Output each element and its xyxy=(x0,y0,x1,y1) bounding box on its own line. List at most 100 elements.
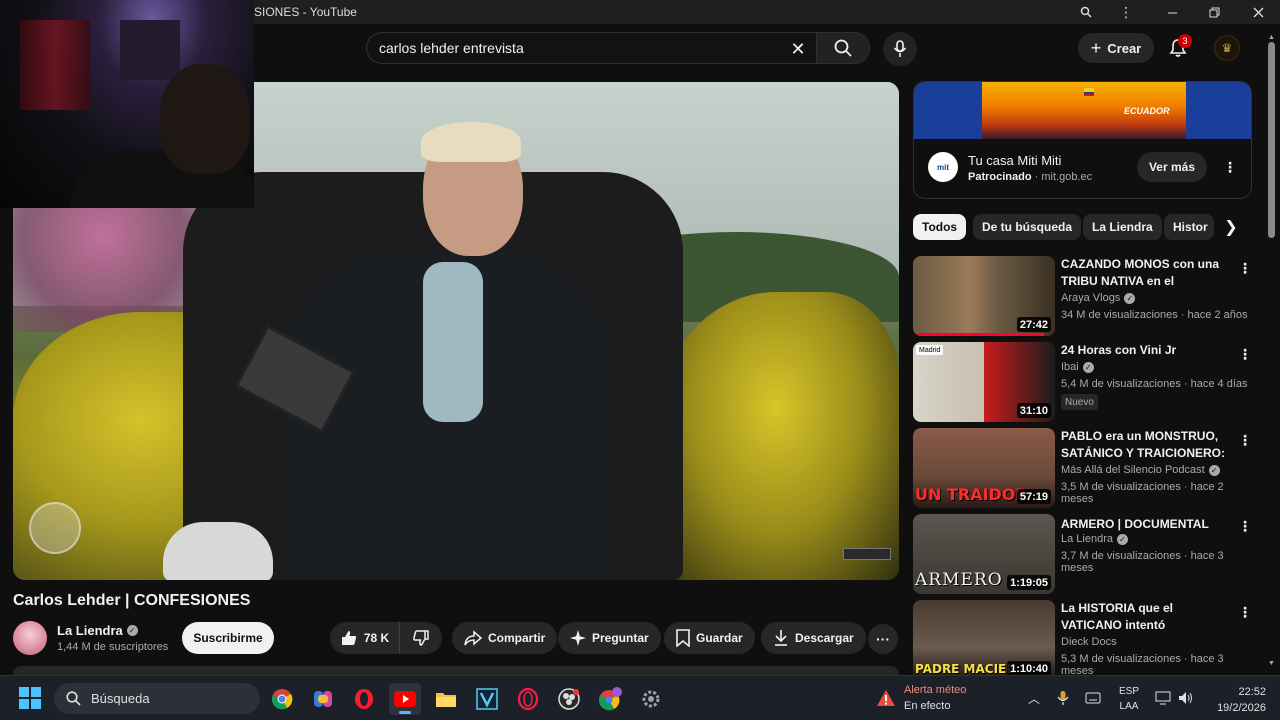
volume-icon[interactable] xyxy=(1176,688,1196,708)
opera-gx-app-icon[interactable] xyxy=(512,683,544,715)
windows-start-icon[interactable] xyxy=(18,686,42,710)
related-video-title[interactable]: La HISTORIA que el VATICANO intentó ENTE… xyxy=(1061,600,1231,634)
related-video[interactable]: UN TRAIDOR 57:19 PABLO era un MONSTRUO, … xyxy=(913,428,1255,508)
minimize-icon[interactable] xyxy=(1150,0,1194,24)
video-thumbnail[interactable]: ARMERO 1:19:05 xyxy=(913,514,1055,594)
subscriber-count: 1,44 M de suscriptores xyxy=(57,641,169,653)
related-channel-row[interactable]: Araya Vlogs ✓ xyxy=(1061,292,1136,304)
scrollbar-thumb[interactable] xyxy=(1268,42,1275,238)
related-channel[interactable]: Más Allá del Silencio Podcast xyxy=(1061,464,1205,476)
chrome-profile-app-icon[interactable] xyxy=(594,683,626,715)
clear-search-icon[interactable]: ✕ xyxy=(786,37,810,61)
related-menu-icon[interactable]: ⋮ xyxy=(1235,258,1255,278)
settings-gear-icon[interactable] xyxy=(635,683,667,715)
related-video-title[interactable]: CAZANDO MONOS con una TRIBU NATIVA en el… xyxy=(1061,256,1231,290)
related-menu-icon[interactable]: ⋮ xyxy=(1235,430,1255,450)
dislike-button[interactable] xyxy=(400,622,442,654)
zoom-icon[interactable] xyxy=(1064,0,1108,24)
advertiser-logo[interactable]: mit xyxy=(928,152,958,182)
search-query[interactable]: carlos lehder entrevista xyxy=(379,40,524,56)
taskbar-search[interactable]: Búsqueda xyxy=(54,683,260,714)
related-video[interactable]: 27:42 CAZANDO MONOS con una TRIBU NATIVA… xyxy=(913,256,1255,336)
ask-button[interactable]: Preguntar xyxy=(558,622,661,654)
video-thumbnail[interactable]: 27:42 xyxy=(913,256,1055,336)
related-video[interactable]: Madrid 31:10 24 Horas con Vini Jr Ibai ✓ … xyxy=(913,342,1255,422)
ad-title[interactable]: Tu casa Miti Miti xyxy=(968,153,1061,168)
related-menu-icon[interactable]: ⋮ xyxy=(1235,602,1255,622)
network-icon[interactable] xyxy=(1153,688,1173,708)
create-button[interactable]: + Crear xyxy=(1078,33,1154,63)
thumbnail-tag: Madrid xyxy=(916,345,944,355)
video-frame-shoe xyxy=(163,522,273,580)
scroll-up-icon[interactable]: ▲ xyxy=(1268,34,1275,41)
video-duration: 57:19 xyxy=(1016,489,1051,504)
keyboard-icon[interactable] xyxy=(1083,688,1103,708)
close-window-icon[interactable] xyxy=(1236,0,1280,24)
video-thumbnail[interactable]: PADRE MACIEL 1:10:40 xyxy=(913,600,1055,680)
like-button[interactable]: 78 K xyxy=(330,622,400,654)
verified-icon: ✓ xyxy=(1082,361,1094,373)
clock-time: 22:52 xyxy=(1238,686,1266,698)
related-channel[interactable]: Dieck Docs xyxy=(1061,636,1117,648)
related-menu-icon[interactable]: ⋮ xyxy=(1235,516,1255,536)
related-channel-row[interactable]: La Liendra ✓ xyxy=(1061,533,1128,545)
subscribe-button[interactable]: Suscribirme xyxy=(182,622,274,654)
language-indicator[interactable]: ESP LAA xyxy=(1117,684,1141,714)
related-video[interactable]: PADRE MACIEL 1:10:40 La HISTORIA que el … xyxy=(913,600,1255,680)
channel-name-row[interactable]: La Liendra ✓ xyxy=(57,623,138,638)
related-menu-icon[interactable]: ⋮ xyxy=(1235,344,1255,364)
vegas-app-icon[interactable] xyxy=(471,683,503,715)
copilot-app-icon[interactable] xyxy=(307,683,339,715)
search-input[interactable]: carlos lehder entrevista ✕ xyxy=(366,32,816,64)
ad-card[interactable]: ECUADOR mit Tu casa Miti Miti Patrocinad… xyxy=(913,81,1252,199)
browser-menu-icon[interactable]: ⋮ xyxy=(1104,0,1148,24)
youtube-app-icon[interactable] xyxy=(389,683,421,715)
thumbnail-caption: PADRE MACIEL xyxy=(915,662,1014,676)
search-button[interactable] xyxy=(816,32,870,64)
flag-icon xyxy=(1084,88,1094,96)
obs-app-icon[interactable] xyxy=(553,683,585,715)
share-button[interactable]: Compartir xyxy=(452,622,558,654)
channel-name[interactable]: La Liendra xyxy=(57,623,123,638)
subscribe-watermark[interactable] xyxy=(843,548,891,560)
microphone-icon[interactable] xyxy=(1053,688,1073,708)
video-thumbnail[interactable]: Madrid 31:10 xyxy=(913,342,1055,422)
chip-la-liendra[interactable]: La Liendra xyxy=(1083,214,1162,240)
related-video-title[interactable]: ARMERO | DOCUMENTAL xyxy=(1061,516,1231,533)
save-label: Guardar xyxy=(696,631,743,645)
system-clock[interactable]: 22:52 19/2/2026 xyxy=(1204,684,1266,716)
more-actions-button[interactable]: ··· xyxy=(868,624,898,654)
chevron-right-icon[interactable]: ❯ xyxy=(1218,214,1244,240)
chip-de-tu-busqueda[interactable]: De tu búsqueda xyxy=(973,214,1082,240)
related-channel[interactable]: La Liendra xyxy=(1061,533,1113,545)
related-channel-row[interactable]: Ibai ✓ xyxy=(1061,361,1094,373)
scroll-down-icon[interactable]: ▼ xyxy=(1268,660,1275,667)
related-channel-row[interactable]: Más Allá del Silencio Podcast ✓ xyxy=(1061,464,1220,476)
related-channel[interactable]: Ibai xyxy=(1061,361,1079,373)
chip-historia[interactable]: Histor xyxy=(1164,214,1214,240)
ad-menu-icon[interactable]: ⋮ xyxy=(1220,156,1240,178)
download-button[interactable]: Descargar xyxy=(761,622,866,654)
related-video-title[interactable]: 24 Horas con Vini Jr xyxy=(1061,342,1231,359)
ad-cta-button[interactable]: Ver más xyxy=(1137,152,1207,182)
channel-avatar[interactable] xyxy=(13,621,47,655)
chip-todos[interactable]: Todos xyxy=(913,214,967,240)
related-channel[interactable]: Araya Vlogs xyxy=(1061,292,1120,304)
share-icon xyxy=(464,630,482,646)
create-label: Crear xyxy=(1107,40,1142,56)
chrome-app-icon[interactable] xyxy=(266,683,298,715)
related-meta: 5,4 M de visualizaciones · hace 4 días xyxy=(1061,378,1248,390)
ad-banner[interactable]: ECUADOR xyxy=(914,82,1251,139)
video-thumbnail[interactable]: UN TRAIDOR 57:19 xyxy=(913,428,1055,508)
opera-app-icon[interactable] xyxy=(348,683,380,715)
voice-search-button[interactable] xyxy=(883,32,917,66)
related-video[interactable]: ARMERO 1:19:05 ARMERO | DOCUMENTAL La Li… xyxy=(913,514,1255,594)
related-video-title[interactable]: PABLO era un MONSTRUO, SATÁNICO Y TRAICI… xyxy=(1061,428,1231,462)
file-explorer-icon[interactable] xyxy=(430,683,462,715)
save-button[interactable]: Guardar xyxy=(664,622,755,654)
restore-icon[interactable] xyxy=(1192,0,1236,24)
account-avatar[interactable]: ♛ xyxy=(1214,35,1240,61)
notification-badge: 3 xyxy=(1178,34,1192,48)
weather-alert[interactable]: Alerta méteo En efecto xyxy=(876,684,986,714)
chevron-up-icon[interactable]: ︿ xyxy=(1024,688,1044,708)
